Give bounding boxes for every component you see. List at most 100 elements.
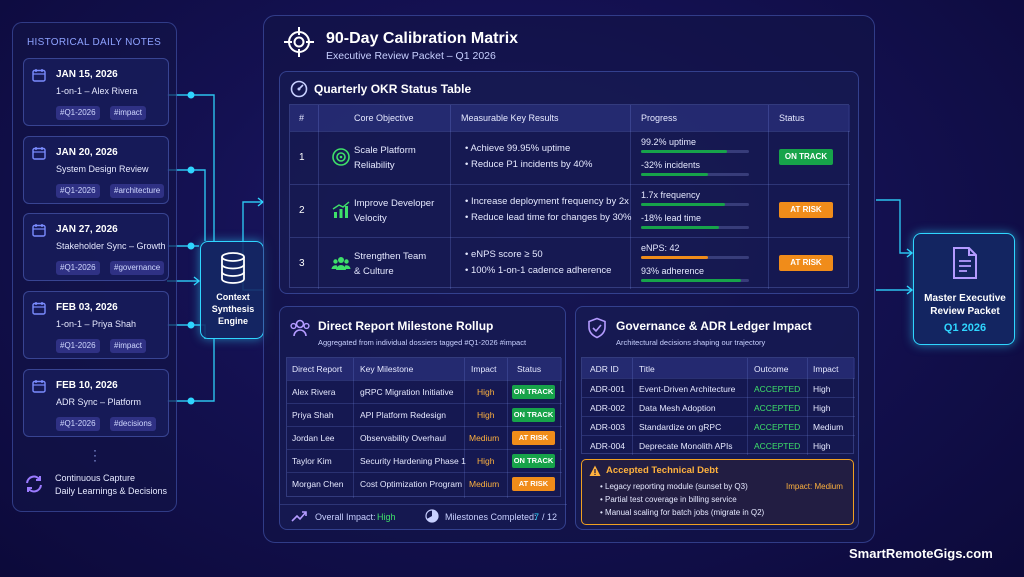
table-row[interactable]: ADR-001 Event-Driven Architecture ACCEPT…: [582, 378, 855, 397]
engine-label-line: Context: [216, 292, 250, 302]
milestone-name: gRPC Migration Initiative: [360, 387, 454, 397]
debt-item: • Manual scaling for batch jobs (migrate…: [600, 508, 765, 517]
objective-line: & Culture: [354, 266, 394, 277]
note-tag[interactable]: #architecture: [110, 184, 165, 198]
table-row[interactable]: Morgan Chen Cost Optimization Program Me…: [287, 472, 562, 495]
report-name: Morgan Chen: [292, 479, 344, 489]
brand-watermark: SmartRemoteGigs.com: [849, 546, 993, 561]
technical-debt-title: Accepted Technical Debt: [606, 465, 719, 476]
note-date: JAN 20, 2026: [56, 147, 118, 158]
gauge-icon: [290, 80, 308, 98]
table-row[interactable]: 3 Strengthen Team & Culture • eNPS score …: [290, 237, 850, 290]
adr-id: ADR-004: [590, 441, 625, 451]
engine-label-line: Synthesis: [211, 304, 255, 314]
row-number: 1: [299, 152, 305, 163]
report-name: Alex Rivera: [292, 387, 336, 397]
objective: Strengthen Team & Culture: [354, 249, 454, 279]
note-card[interactable]: FEB 10, 2026 ADR Sync – Platform #Q1-202…: [23, 369, 169, 437]
adr-outcome: ACCEPTED: [754, 384, 801, 394]
key-result: • Reduce P1 incidents by 40%: [465, 159, 593, 170]
table-row[interactable]: Jordan Lee Observability Overhaul Medium…: [287, 426, 562, 449]
status-badge: ON TRACK: [779, 149, 833, 165]
table-row[interactable]: ADR-002 Data Mesh Adoption ACCEPTED High: [582, 397, 855, 416]
milestone-name: API Platform Redesign: [360, 410, 446, 420]
table-row[interactable]: Alex Rivera gRPC Migration Initiative Hi…: [287, 380, 562, 403]
impact-level: High: [477, 456, 495, 466]
note-title: 1-on-1 – Priya Shah: [56, 319, 137, 329]
note-title: ADR Sync – Platform: [56, 397, 142, 407]
status-badge: ON TRACK: [512, 408, 555, 422]
historical-notes-panel: HISTORICAL DAILY NOTES JAN 15, 2026 1-on…: [12, 22, 177, 512]
table-row[interactable]: 2 Improve Developer Velocity • Increase d…: [290, 184, 850, 237]
overall-impact-label: Overall Impact:: [315, 512, 376, 522]
progress-bar: [641, 226, 749, 229]
document-icon: [953, 247, 977, 279]
progress-label: 1.7x frequency: [641, 190, 701, 200]
progress-label: 93% adherence: [641, 266, 705, 276]
column-header: Measurable Key Results: [461, 113, 559, 123]
milestones-footer: Overall Impact: High Milestones Complete…: [280, 504, 567, 526]
adr-table-header: ADR ID Title Outcome Impact: [582, 358, 855, 378]
note-tag[interactable]: #Q1-2026: [56, 106, 100, 120]
note-tag[interactable]: #Q1-2026: [56, 417, 100, 431]
rising-chart-icon: [332, 201, 350, 218]
column-header: Status: [779, 113, 805, 123]
report-name: Priya Shah: [292, 410, 334, 420]
continuous-capture: Continuous Capture Daily Learnings & Dec…: [23, 470, 173, 500]
note-title: 1-on-1 – Alex Rivera: [56, 86, 138, 96]
milestones-title: Direct Report Milestone Rollup: [318, 319, 494, 333]
note-date: FEB 10, 2026: [56, 380, 118, 391]
engine-label: Context Synthesis Engine: [201, 291, 265, 327]
note-date: JAN 27, 2026: [56, 224, 118, 235]
note-tag[interactable]: #decisions: [110, 417, 156, 431]
adr-impact: Medium: [813, 422, 844, 432]
column-header: Status: [517, 364, 542, 374]
note-tag[interactable]: #Q1-2026: [56, 339, 100, 353]
note-title: System Design Review: [56, 164, 149, 174]
milestone-rollup-panel: Direct Report Milestone Rollup Aggregate…: [279, 306, 567, 530]
adr-outcome: ACCEPTED: [754, 441, 801, 451]
progress-fill: [641, 173, 708, 176]
note-tag[interactable]: #Q1-2026: [56, 261, 100, 275]
note-tag[interactable]: #governance: [110, 261, 165, 275]
note-tag[interactable]: #Q1-2026: [56, 184, 100, 198]
governance-subtitle: Architectural decisions shaping our traj…: [616, 338, 766, 347]
objective: Scale Platform Reliability: [354, 143, 454, 173]
overall-impact-value: High: [377, 512, 396, 522]
progress-label: 99.2% uptime: [641, 137, 697, 147]
adr-outcome: ACCEPTED: [754, 422, 801, 432]
note-card[interactable]: JAN 20, 2026 System Design Review #Q1-20…: [23, 136, 169, 204]
adr-impact: High: [813, 441, 831, 451]
table-row[interactable]: Taylor Kim Security Hardening Phase 1 Hi…: [287, 449, 562, 472]
progress-bar: [641, 173, 749, 176]
milestone-name: Security Hardening Phase 1: [360, 456, 466, 466]
table-row[interactable]: Priya Shah API Platform Redesign High ON…: [287, 403, 562, 426]
report-name: Taylor Kim: [292, 456, 332, 466]
progress-bar: [641, 256, 749, 259]
okr-table-header: # Core Objective Measurable Key Results …: [290, 105, 850, 131]
column-header: Direct Report: [292, 364, 343, 374]
adr-id: ADR-003: [590, 422, 625, 432]
shield-check-icon: [588, 317, 606, 339]
progress-fill: [641, 203, 726, 206]
context-synthesis-engine[interactable]: Context Synthesis Engine: [200, 241, 264, 339]
column-header: Impact: [471, 364, 497, 374]
note-card[interactable]: JAN 27, 2026 Stakeholder Sync – Growth #…: [23, 213, 169, 281]
milestones-completed-label: Milestones Completed:: [445, 512, 537, 522]
report-name: Jordan Lee: [292, 433, 335, 443]
table-row[interactable]: ADR-004 Deprecate Monolith APIs ACCEPTED…: [582, 435, 855, 454]
table-row[interactable]: 1 Scale Platform Reliability • Achieve 99…: [290, 131, 850, 184]
note-tag[interactable]: #impact: [110, 339, 147, 353]
master-review-packet[interactable]: Master Executive Review Packet Q1 2026: [913, 233, 1015, 345]
progress-fill: [641, 279, 742, 282]
status-badge: AT RISK: [512, 477, 555, 491]
table-row[interactable]: ADR-003 Standardize on gRPC ACCEPTED Med…: [582, 416, 855, 435]
note-tag[interactable]: #impact: [110, 106, 147, 120]
governance-ledger-panel: Governance & ADR Ledger Impact Architect…: [575, 306, 859, 530]
okr-status-panel: Quarterly OKR Status Table # Core Object…: [279, 71, 859, 294]
column-header: Outcome: [754, 364, 789, 374]
column-header: Title: [639, 364, 655, 374]
adr-id: ADR-002: [590, 403, 625, 413]
note-card[interactable]: JAN 15, 2026 1-on-1 – Alex Rivera #Q1-20…: [23, 58, 169, 126]
note-card[interactable]: FEB 03, 2026 1-on-1 – Priya Shah #Q1-202…: [23, 291, 169, 359]
